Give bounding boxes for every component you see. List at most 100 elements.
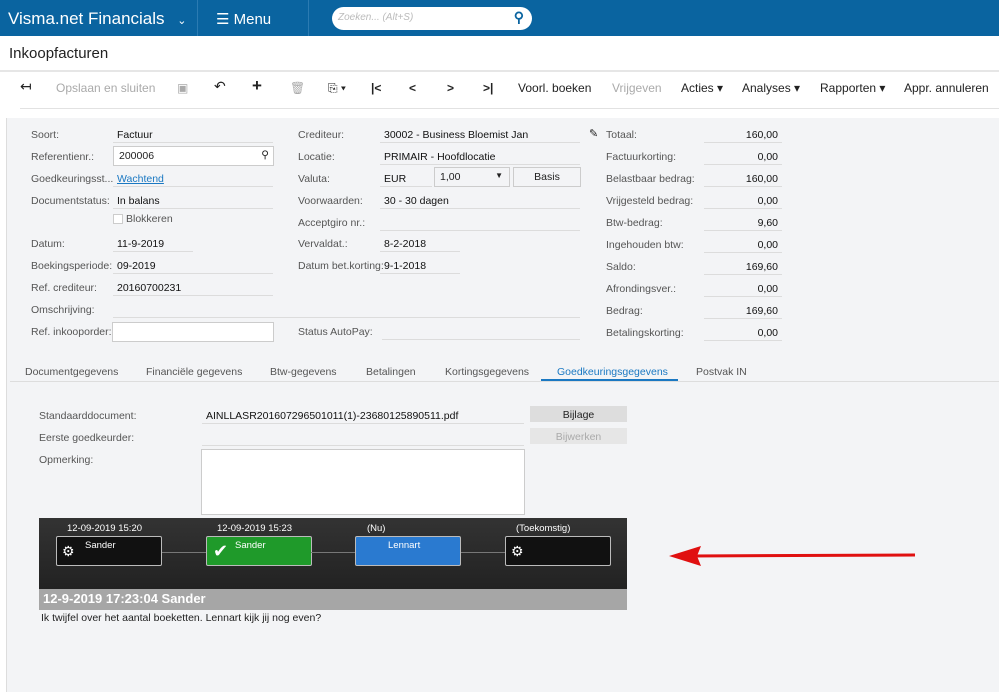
referentie-value: 200006 — [119, 150, 155, 162]
goedkeuring-link[interactable]: Wachtend — [117, 173, 164, 185]
menu-button[interactable]: ☰ Menu — [216, 10, 271, 28]
valuta-label: Valuta: — [298, 173, 330, 185]
total-label: Vrijgesteld bedrag: — [606, 195, 694, 207]
total-label: Bedrag: — [606, 305, 643, 317]
node-name: Lennart — [388, 540, 421, 551]
opmerking-label: Opmerking: — [39, 454, 94, 466]
datum-value[interactable]: 11-9-2019 — [113, 234, 193, 252]
vervaldat-value[interactable]: 8-2-2018 — [380, 234, 460, 252]
datumkorting-value[interactable]: 9-1-2018 — [380, 256, 460, 274]
connector — [311, 552, 355, 553]
acceptgiro-value[interactable] — [380, 213, 580, 231]
node-name: Sander — [235, 540, 266, 551]
workflow-node[interactable]: Lennart — [355, 536, 461, 566]
arrow-shaft — [689, 553, 916, 558]
goedkeuring-label: Goedkeuringsst... — [31, 173, 114, 185]
voorwaarden-label: Voorwaarden: — [298, 195, 363, 207]
total-label: Saldo: — [606, 261, 636, 273]
search-placeholder: Zoeken... (Alt+S) — [338, 12, 414, 23]
search-icon[interactable]: ⚲ — [261, 149, 269, 161]
connector — [162, 552, 206, 553]
opmerking-textarea[interactable] — [201, 449, 525, 515]
total-label: Afrondingsver.: — [606, 283, 677, 295]
tab-financiele-gegevens[interactable]: Financiële gegevens — [146, 366, 242, 378]
voorl-boeken-button[interactable]: Voorl. boeken — [518, 81, 591, 95]
last-icon[interactable]: >| — [483, 81, 493, 95]
total-label: Btw-bedrag: — [606, 217, 663, 229]
crediteur-value[interactable]: 30002 - Business Bloemist Jan — [380, 125, 580, 143]
tab-kortingsgegevens[interactable]: Kortingsgegevens — [445, 366, 529, 378]
datumkorting-label: Datum bet.korting: — [298, 260, 384, 272]
refcred-value[interactable]: 20160700231 — [113, 278, 273, 296]
datum-label: Datum: — [31, 238, 65, 250]
bijlage-button[interactable]: Bijlage — [530, 406, 627, 422]
workflow-node[interactable]: ⚙ Sander — [56, 536, 162, 566]
save-icon[interactable]: ▣ — [177, 81, 188, 95]
search-icon[interactable]: ⚲ — [514, 9, 524, 26]
active-tab-indicator — [541, 379, 678, 381]
appr-annuleren-button[interactable]: Appr. annuleren — [904, 81, 989, 95]
arrow-head — [669, 546, 701, 566]
search-input[interactable]: Zoeken... (Alt+S) ⚲ — [332, 7, 532, 30]
clipboard-icon[interactable]: ⎘ ▾ — [328, 81, 346, 96]
page-title: Inkoopfacturen — [9, 45, 109, 62]
next-icon[interactable]: > — [447, 81, 454, 95]
node-time: 12-09-2019 15:23 — [217, 523, 293, 534]
refcred-label: Ref. crediteur: — [31, 282, 97, 294]
locatie-value[interactable]: PRIMAIR - Hoofdlocatie — [380, 147, 580, 165]
tab-goedkeuringsgegevens[interactable]: Goedkeuringsgegevens — [557, 366, 668, 378]
total-value: 0,00 — [704, 279, 782, 297]
total-value: 160,00 — [704, 169, 782, 187]
rate-select[interactable]: 1,00 ▼ — [434, 167, 510, 187]
save-close-button[interactable]: Opslaan en sluiten — [56, 81, 155, 95]
app-title[interactable]: Visma.net Financials ⌄ — [8, 9, 187, 29]
basis-button[interactable]: Basis — [513, 167, 581, 187]
workflow-node[interactable]: ⚙ — [505, 536, 611, 566]
edit-icon[interactable]: ✎ — [589, 127, 598, 140]
analyses-menu[interactable]: Analyses ▾ — [742, 81, 800, 95]
tab-betalingen[interactable]: Betalingen — [366, 366, 416, 378]
soort-value[interactable]: Factuur — [113, 125, 273, 143]
tab-btw-gegevens[interactable]: Btw-gegevens — [270, 366, 337, 378]
node-time: (Toekomstig) — [516, 523, 571, 534]
docstatus-label: Documentstatus: — [31, 195, 110, 207]
total-value: 0,00 — [704, 147, 782, 165]
undo-icon[interactable]: ↶ — [214, 78, 226, 95]
referentie-label: Referentienr.: — [31, 151, 95, 163]
voorwaarden-value[interactable]: 30 - 30 dagen — [380, 191, 580, 209]
total-label: Belastbaar bedrag: — [606, 173, 695, 185]
refinkoop-input[interactable] — [112, 322, 274, 342]
gears-icon: ⚙ — [62, 543, 75, 559]
divider — [0, 70, 999, 72]
crediteur-label: Crediteur: — [298, 129, 345, 141]
hamburger-icon: ☰ — [216, 11, 230, 28]
workflow-node[interactable]: ✔ Sander — [206, 536, 312, 566]
periode-value[interactable]: 09-2019 — [113, 256, 273, 274]
blokkeren-checkbox[interactable] — [113, 214, 123, 224]
locatie-label: Locatie: — [298, 151, 335, 163]
tab-postvak-in[interactable]: Postvak IN — [696, 366, 747, 378]
back-icon[interactable]: ↤ — [20, 78, 32, 95]
eerste-goedkeurder-label: Eerste goedkeurder: — [39, 432, 135, 444]
top-bar: Visma.net Financials ⌄ ☰ Menu Zoeken... … — [0, 0, 999, 36]
tab-divider — [10, 381, 999, 382]
vrijgeven-button[interactable]: Vrijgeven — [612, 81, 662, 95]
acties-menu[interactable]: Acties ▾ — [681, 81, 723, 95]
blokkeren-label: Blokkeren — [126, 213, 173, 225]
acceptgiro-label: Acceptgiro nr.: — [298, 217, 366, 229]
referentie-input[interactable]: 200006 ⚲ — [113, 146, 274, 166]
omschrijving-value[interactable] — [113, 300, 580, 318]
bijwerken-button[interactable]: Bijwerken — [530, 428, 627, 444]
first-icon[interactable]: |< — [371, 81, 381, 95]
total-value: 160,00 — [704, 125, 782, 143]
eerste-goedkeurder-value[interactable] — [202, 428, 524, 446]
delete-icon[interactable]: 🗑 — [290, 81, 305, 95]
node-time: (Nu) — [367, 523, 386, 534]
rapporten-menu[interactable]: Rapporten ▾ — [820, 81, 885, 95]
standaarddoc-value[interactable]: AINLLASR201607296501011(1)-2368012589051… — [202, 406, 524, 424]
valuta-value[interactable]: EUR — [380, 169, 432, 187]
add-icon[interactable]: + — [252, 76, 262, 96]
docstatus-value: In balans — [113, 191, 273, 209]
previous-icon[interactable]: < — [409, 81, 416, 95]
tab-documentgegevens[interactable]: Documentgegevens — [25, 366, 118, 378]
